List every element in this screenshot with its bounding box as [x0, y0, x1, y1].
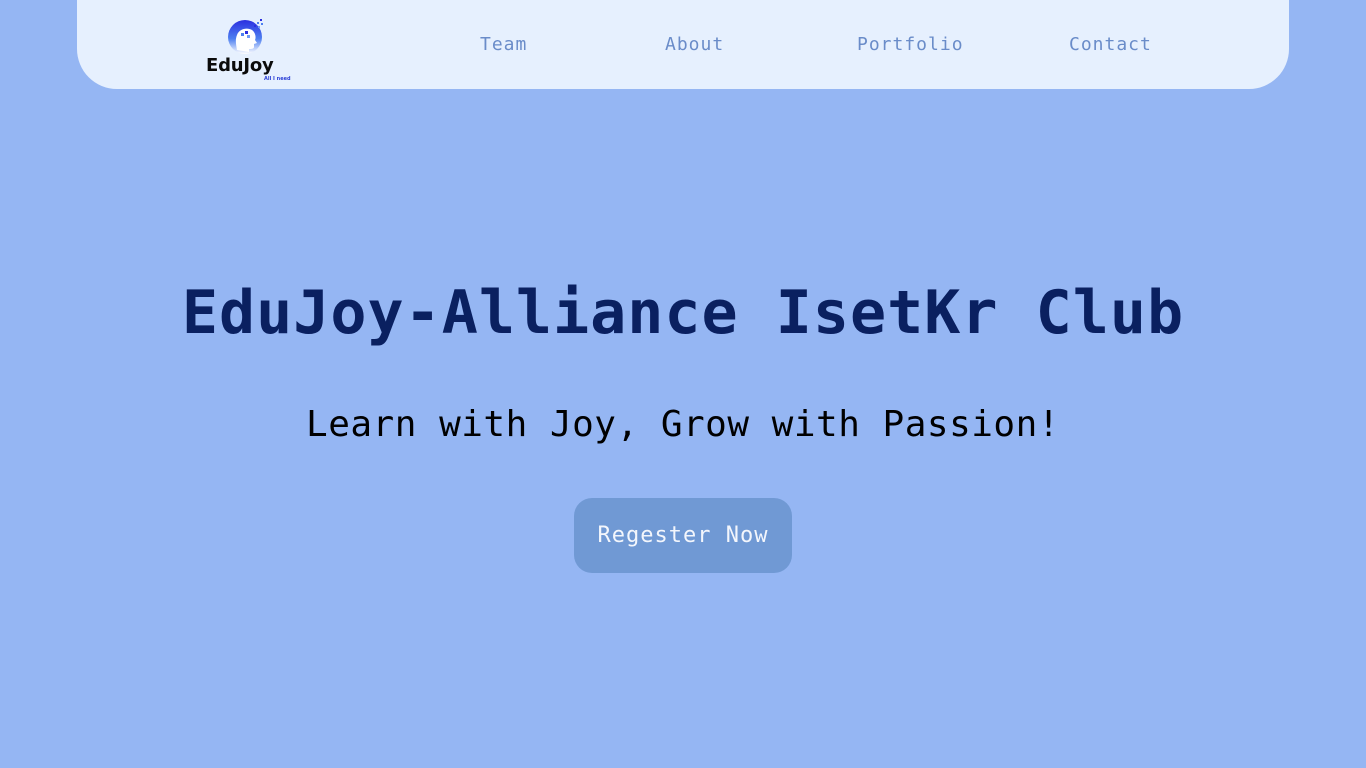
- nav-link-portfolio[interactable]: Portfolio: [857, 34, 964, 55]
- brand-tagline: All I need: [264, 76, 291, 82]
- nav-link-about[interactable]: About: [665, 34, 724, 55]
- head-pixel-icon: [228, 19, 263, 54]
- hero-title: EduJoy-Alliance IsetKr Club: [181, 278, 1185, 348]
- register-now-button[interactable]: Regester Now: [574, 498, 792, 573]
- page: EduJoy All I need Team About Portfolio C…: [0, 0, 1366, 768]
- brand-logo[interactable]: EduJoy All I need: [197, 10, 297, 84]
- nav-link-team[interactable]: Team: [480, 34, 527, 55]
- brand-name: EduJoy: [206, 55, 274, 76]
- nav-link-contact[interactable]: Contact: [1069, 34, 1152, 55]
- hero-subtitle: Learn with Joy, Grow with Passion!: [306, 404, 1060, 445]
- navbar: EduJoy All I need Team About Portfolio C…: [77, 0, 1289, 89]
